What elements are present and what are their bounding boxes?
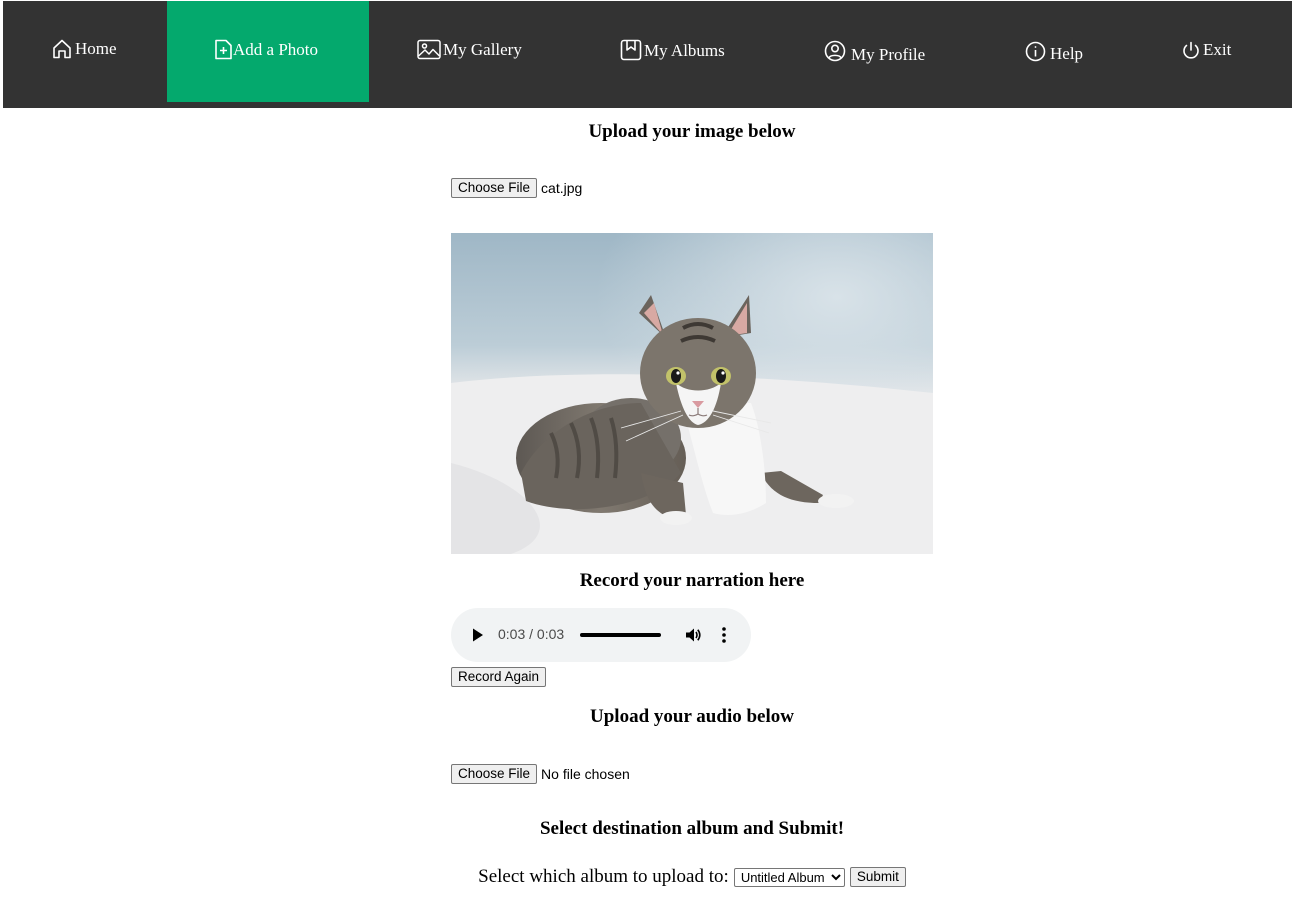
image-icon <box>417 39 441 60</box>
nav-exit-label: Exit <box>1203 40 1232 59</box>
nav-home-label: Home <box>75 39 117 58</box>
user-circle-icon <box>824 40 846 62</box>
audio-time: 0:03 / 0:03 <box>498 626 565 642</box>
image-upload-heading: Upload your image below <box>588 121 796 142</box>
choose-image-file-button[interactable]: Choose File <box>451 178 538 198</box>
audio-upload-heading: Upload your audio below <box>590 706 794 727</box>
choose-audio-file-button[interactable]: Choose File <box>451 764 538 784</box>
navbar: Home Add a Photo My Gallery My Albums My… <box>3 1 1292 108</box>
album-select[interactable]: Untitled Album <box>733 867 845 887</box>
image-file-input[interactable]: Choose File cat.jpg <box>451 178 582 198</box>
nav-my-gallery[interactable]: My Gallery <box>369 1 573 108</box>
nav-my-profile[interactable]: My Profile <box>777 1 977 108</box>
nav-help-label: Help <box>1050 44 1084 63</box>
audio-file-input[interactable]: Choose File No file chosen <box>451 764 630 784</box>
nav-exit[interactable]: Exit <box>1129 1 1292 108</box>
nav-my-profile-label: My Profile <box>851 45 926 64</box>
power-icon <box>1183 41 1199 59</box>
audio-progress-bar[interactable] <box>580 633 661 637</box>
volume-icon[interactable] <box>684 626 702 644</box>
bookmark-icon <box>620 39 642 61</box>
album-select-row: Select which album to upload to: Untitle… <box>0 866 1292 888</box>
nav-my-gallery-label: My Gallery <box>443 40 522 59</box>
album-select-label: Select which album to upload to: <box>478 866 729 887</box>
narration-heading: Record your narration here <box>579 570 805 591</box>
add-photo-icon <box>215 39 232 60</box>
cat-photo <box>451 233 933 554</box>
nav-home[interactable]: Home <box>3 1 167 108</box>
nav-add-photo[interactable]: Add a Photo <box>167 1 369 102</box>
play-icon[interactable] <box>472 628 484 642</box>
uploaded-photo-preview <box>451 233 933 554</box>
home-icon <box>53 39 71 59</box>
audio-file-name: No file chosen <box>541 766 630 782</box>
audio-player[interactable]: 0:03 / 0:03 <box>451 608 751 662</box>
nav-my-albums[interactable]: My Albums <box>573 1 777 108</box>
nav-my-albums-label: My Albums <box>644 41 725 60</box>
image-file-name: cat.jpg <box>541 180 583 196</box>
more-options-icon[interactable] <box>722 627 726 643</box>
submit-heading: Select destination album and Submit! <box>539 818 845 839</box>
nav-add-photo-label: Add a Photo <box>233 40 318 59</box>
info-icon <box>1025 41 1046 62</box>
submit-button[interactable]: Submit <box>849 867 906 887</box>
nav-help[interactable]: Help <box>977 1 1129 108</box>
record-again-button[interactable]: Record Again <box>451 667 547 687</box>
